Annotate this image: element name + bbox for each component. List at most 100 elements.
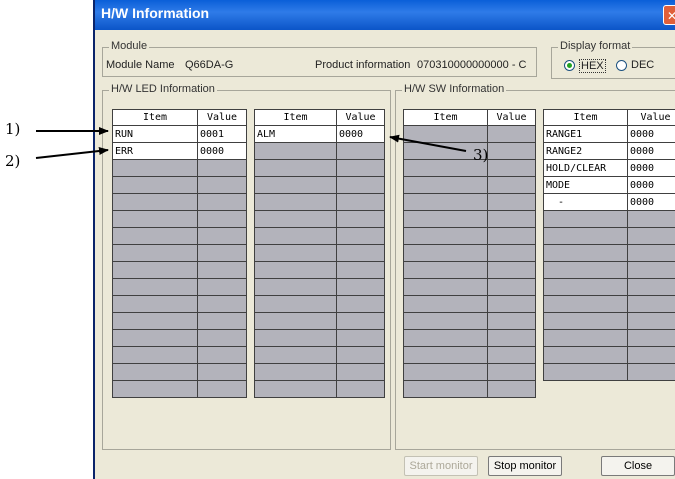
dec-radio[interactable]: [616, 60, 627, 71]
table-row: [403, 278, 536, 296]
item-cell: MODE: [543, 176, 628, 194]
led-table-1: Item Value RUN 0001 ERR 0000: [112, 109, 247, 398]
table-row: [112, 176, 247, 194]
table-row: [112, 278, 247, 296]
table-row: [543, 210, 675, 228]
table-row[interactable]: HOLD/CLEAR 0000: [543, 159, 675, 177]
column-header-item: Item: [112, 109, 198, 126]
column-header-item: Item: [543, 109, 628, 126]
table-row: [403, 312, 536, 330]
table-row: [254, 193, 385, 211]
dec-option-label[interactable]: DEC: [631, 59, 654, 71]
table-row[interactable]: RANGE1 0000: [543, 125, 675, 143]
callout-1: 1): [5, 120, 21, 138]
value-cell: 0000: [627, 125, 675, 143]
table-row: [254, 210, 385, 228]
table-row: [254, 312, 385, 330]
table-row: [543, 278, 675, 296]
table-row: [112, 312, 247, 330]
table-row: [254, 176, 385, 194]
table-row: [403, 159, 536, 177]
sw-info-label: H/W SW Information: [402, 83, 507, 95]
display-format-group: Display format HEX DEC: [551, 40, 675, 79]
module-name-value: Q66DA-G: [185, 59, 234, 71]
table-row: [403, 125, 536, 143]
table-row: [403, 329, 536, 347]
table-row: [403, 210, 536, 228]
table-row: [254, 278, 385, 296]
table-row[interactable]: ERR 0000: [112, 142, 247, 160]
table-row: [254, 227, 385, 245]
hex-radio[interactable]: [564, 60, 575, 71]
item-cell: RANGE1: [543, 125, 628, 143]
sw-table-2: Item Value RANGE1 0000 RANGE2 0000 HOLD/CLE…: [543, 109, 675, 381]
table-row: [543, 312, 675, 330]
table-row[interactable]: MODE 0000: [543, 176, 675, 194]
table-row: [254, 244, 385, 262]
item-cell: -: [543, 193, 628, 211]
table-row: [254, 380, 385, 398]
table-row: [403, 346, 536, 364]
table-row: [543, 363, 675, 381]
value-cell: 0000: [627, 142, 675, 160]
start-monitor-button[interactable]: Start monitor: [404, 456, 478, 476]
table-row[interactable]: -0000: [543, 193, 675, 211]
table-row: [112, 380, 247, 398]
stop-monitor-button[interactable]: Stop monitor: [488, 456, 562, 476]
table-row[interactable]: RUN 0001: [112, 125, 247, 143]
table-row: [403, 244, 536, 262]
table-row: [403, 363, 536, 381]
table-row: [112, 346, 247, 364]
value-cell: 0000: [197, 142, 247, 160]
product-info-value: 070310000000000 - C: [417, 59, 527, 71]
callout-3: 3): [473, 146, 489, 164]
callout-2: 2): [5, 152, 21, 170]
table-row: [112, 244, 247, 262]
value-cell: 0000: [627, 159, 675, 177]
hw-information-dialog: H/W Information ✕ Module Module Name Q66…: [93, 0, 675, 479]
table-row: [543, 329, 675, 347]
close-button[interactable]: Close: [601, 456, 675, 476]
title-bar: H/W Information ✕: [95, 0, 675, 30]
module-group: Module Module Name Q66DA-G Product infor…: [102, 40, 537, 77]
sw-info-group: H/W SW Information Item Value Item Value R…: [395, 83, 675, 450]
item-cell: RANGE2: [543, 142, 628, 160]
column-header-item: Item: [254, 109, 337, 126]
table-row: [254, 346, 385, 364]
table-row: [403, 227, 536, 245]
table-row[interactable]: ALM 0000: [254, 125, 385, 143]
column-header-value: Value: [487, 109, 536, 126]
product-info-label: Product information: [315, 59, 411, 71]
table-row: [543, 346, 675, 364]
table-row: [403, 295, 536, 313]
table-row: [112, 159, 247, 177]
value-cell: 0001: [197, 125, 247, 143]
column-header-value: Value: [197, 109, 247, 126]
column-header-value: Value: [627, 109, 675, 126]
table-row: [254, 159, 385, 177]
table-row: [403, 380, 536, 398]
table-row: [254, 261, 385, 279]
hex-option-label[interactable]: HEX: [579, 59, 606, 73]
module-name-label: Module Name: [106, 59, 175, 71]
table-row: [112, 227, 247, 245]
close-icon[interactable]: ✕: [663, 5, 675, 25]
table-row: [112, 261, 247, 279]
table-row: [112, 193, 247, 211]
table-row: [112, 210, 247, 228]
table-row[interactable]: RANGE2 0000: [543, 142, 675, 160]
table-row: [543, 244, 675, 262]
table-row: [112, 363, 247, 381]
value-cell: 0000: [336, 125, 385, 143]
value-cell: 0000: [627, 176, 675, 194]
display-format-label: Display format: [558, 40, 633, 52]
table-row: [403, 142, 536, 160]
value-cell: 0000: [627, 193, 675, 211]
window-title: H/W Information: [101, 5, 210, 21]
led-info-label: H/W LED Information: [109, 83, 217, 95]
table-row: [254, 363, 385, 381]
item-cell: ALM: [254, 125, 337, 143]
table-row: [403, 176, 536, 194]
table-row: [543, 227, 675, 245]
table-row: [403, 261, 536, 279]
